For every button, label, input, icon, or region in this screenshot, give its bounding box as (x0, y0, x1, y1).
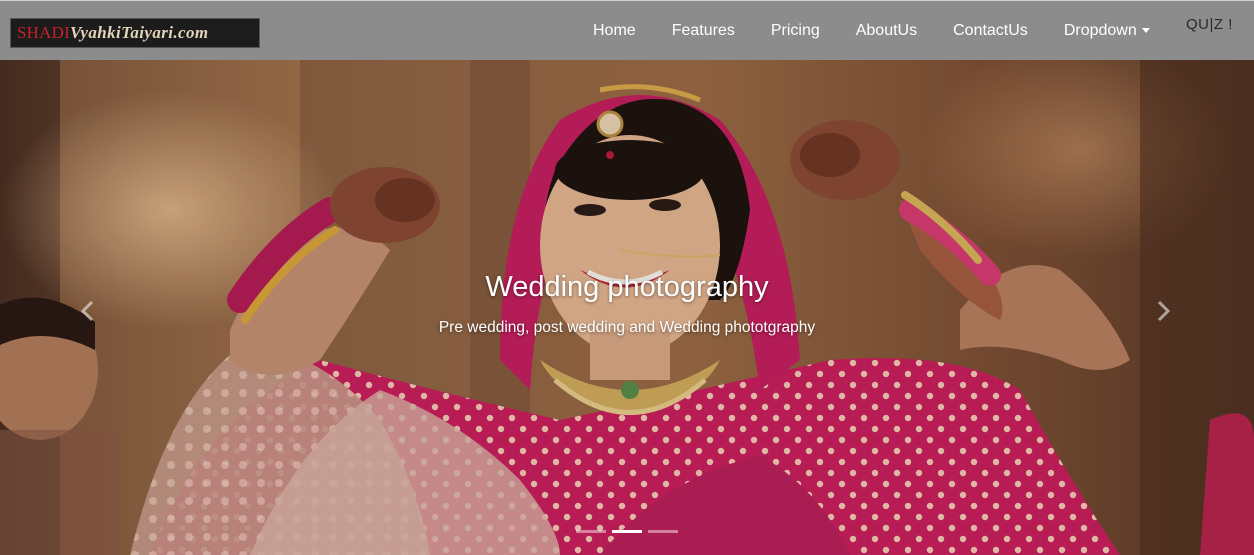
nav-dropdown-label: Dropdown (1063, 22, 1137, 39)
nav-link-contactus[interactable]: ContactUs (935, 1, 1046, 61)
navbar: SHADI VyahkiTaiyari.com Home Features Pr… (0, 0, 1254, 60)
carousel-indicator[interactable] (576, 530, 606, 533)
nav-link-aboutus[interactable]: AboutUs (838, 1, 935, 61)
slide-subtitle: Pre wedding, post wedding and Wedding ph… (438, 319, 816, 336)
quiz-link[interactable]: QU|Z ! (1186, 16, 1233, 33)
brand-logo-part1: SHADI (17, 23, 70, 42)
brand-logo[interactable]: SHADI VyahkiTaiyari.com (10, 18, 260, 48)
nav-link-pricing[interactable]: Pricing (753, 1, 838, 61)
nav-links: Home Features Pricing AboutUs ContactUs … (575, 1, 1168, 61)
carousel-indicator[interactable] (612, 530, 642, 533)
nav-dropdown-toggle[interactable]: Dropdown (1046, 1, 1168, 61)
carousel-indicator[interactable] (648, 530, 678, 533)
page: SHADI VyahkiTaiyari.com Home Features Pr… (0, 0, 1254, 555)
nav-link-features[interactable]: Features (654, 1, 753, 61)
carousel-indicators (576, 530, 678, 533)
chevron-left-icon (80, 300, 94, 322)
hero-carousel: Wedding photography Pre wedding, post we… (0, 60, 1254, 555)
nav-link-home[interactable]: Home (575, 1, 654, 61)
caret-down-icon (1141, 27, 1150, 33)
carousel-next-button[interactable] (1143, 285, 1183, 337)
carousel-prev-button[interactable] (68, 285, 108, 337)
carousel-caption: Wedding photography Pre wedding, post we… (0, 268, 1254, 338)
chevron-right-icon (1157, 300, 1171, 322)
brand-logo-part2: VyahkiTaiyari.com (69, 23, 209, 42)
slide-title: Wedding photography (485, 271, 769, 303)
